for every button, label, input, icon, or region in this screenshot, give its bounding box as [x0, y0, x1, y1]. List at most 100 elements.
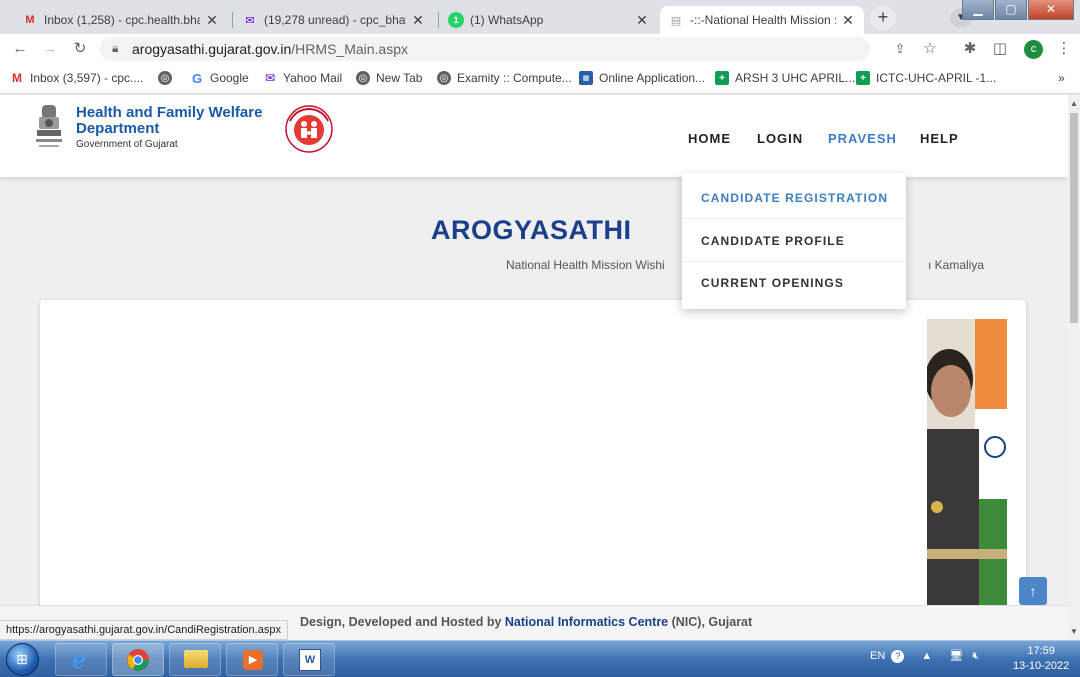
- help-icon[interactable]: ?: [891, 650, 905, 663]
- sheets-icon: +: [856, 71, 870, 85]
- close-window-button[interactable]: ✕: [1028, 0, 1074, 20]
- internet-explorer-icon: e: [72, 646, 87, 674]
- bookmark-gmail[interactable]: M Inbox (3,597) - cpc....: [10, 71, 143, 85]
- menu-divider: [682, 218, 906, 219]
- gmail-icon: M: [12, 71, 22, 85]
- nav-home[interactable]: HOME: [688, 131, 731, 146]
- taskbar-internet-explorer[interactable]: e: [55, 643, 107, 676]
- yahoo-mail-icon: ✉: [264, 71, 276, 85]
- new-tab-button[interactable]: +: [870, 6, 896, 30]
- menu-divider: [682, 261, 906, 262]
- menu-item-candidate-profile[interactable]: CANDIDATE PROFILE: [701, 234, 845, 248]
- network-icon[interactable]: 🖥︎: [949, 650, 963, 662]
- footer-credit: Design, Developed and Hosted by National…: [300, 615, 752, 629]
- start-button[interactable]: ⊞: [6, 643, 39, 676]
- pravesh-dropdown-menu: CANDIDATE REGISTRATION CANDIDATE PROFILE…: [682, 173, 906, 309]
- taskbar-media-player[interactable]: ▶: [226, 643, 278, 676]
- bookmark-arsh[interactable]: + ARSH 3 UHC APRIL...: [715, 71, 855, 85]
- arrow-right-icon: →: [42, 40, 58, 57]
- browser-menu-button[interactable]: ⋮: [1054, 39, 1074, 59]
- globe-icon: ◎: [158, 71, 172, 85]
- system-clock[interactable]: 17:59 13-10-2022: [1013, 644, 1069, 674]
- taskbar-file-explorer[interactable]: [169, 643, 221, 676]
- nav-login[interactable]: LOGIN: [757, 131, 803, 146]
- url-host: arogyasathi.gujarat.gov.in: [132, 41, 292, 57]
- side-panel-button[interactable]: ◫: [990, 39, 1010, 59]
- bookmark-ictc[interactable]: + ICTC-UHC-APRIL -1...: [856, 71, 996, 85]
- kebab-menu-icon: ⋮: [1056, 40, 1072, 57]
- url-path: /HRMS_Main.aspx: [291, 41, 408, 57]
- whatsapp-icon: 1: [448, 12, 464, 28]
- forward-button[interactable]: →: [40, 39, 60, 59]
- profile-avatar[interactable]: c: [1024, 40, 1043, 59]
- tab-yahoo-mail[interactable]: ✉ (19,278 unread) - cpc_bhavnag ✕: [234, 6, 434, 34]
- volume-icon[interactable]: 🔇︎: [972, 650, 979, 662]
- back-button[interactable]: ←: [10, 39, 30, 59]
- page-title: AROGYASATHI: [431, 215, 632, 245]
- bookmark-online-application[interactable]: ▦ Online Application...: [579, 71, 705, 85]
- close-icon[interactable]: ✕: [204, 12, 220, 29]
- bookmark-star-button[interactable]: ☆: [920, 39, 940, 59]
- minimize-button[interactable]: ▁: [962, 0, 994, 20]
- page-scrollbar[interactable]: ▲ ▼: [1068, 95, 1080, 640]
- status-bar-url: https://arogyasathi.gujarat.gov.in/Candi…: [0, 620, 288, 640]
- arrow-up-icon: ↑: [1029, 583, 1037, 599]
- bookmark-examity[interactable]: ◎ Examity :: Compute...: [437, 71, 572, 85]
- nav-help[interactable]: HELP: [920, 131, 959, 146]
- tab-national-health-mission[interactable]: ▤ -::-National Health Mission :: G ✕: [660, 6, 864, 34]
- scroll-down-icon[interactable]: ▼: [1070, 627, 1078, 636]
- bookmark-label: Inbox (3,597) - cpc....: [30, 71, 144, 85]
- extensions-button[interactable]: ✱: [960, 39, 980, 59]
- bookmarks-bar: M Inbox (3,597) - cpc.... ◎ G Google ✉ Yaho…: [0, 64, 1080, 94]
- bookmarks-overflow-button[interactable]: »: [1058, 71, 1065, 85]
- bookmark-globe[interactable]: ◎: [158, 71, 178, 85]
- reload-button[interactable]: ↻: [70, 39, 90, 59]
- footer-suffix: (NIC), Gujarat: [668, 615, 753, 629]
- language-indicator[interactable]: EN: [870, 650, 885, 662]
- bookmark-yahoo-mail[interactable]: ✉ Yahoo Mail: [263, 71, 342, 85]
- banner-photo: [927, 319, 1007, 605]
- bookmark-label: Examity :: Compute...: [457, 71, 572, 85]
- scroll-up-icon[interactable]: ▲: [1070, 99, 1078, 108]
- address-bar[interactable]: 🔒︎ arogyasathi.gujarat.gov.in/HRMS_Main.…: [100, 37, 870, 61]
- footer-prefix: Design, Developed and Hosted by: [300, 615, 505, 629]
- scrollbar-thumb[interactable]: [1070, 113, 1078, 323]
- lock-icon: 🔒︎: [112, 41, 119, 55]
- yahoo-mail-icon: ✉: [245, 14, 255, 27]
- gov-icon: ▦: [579, 71, 593, 85]
- chrome-icon: [127, 649, 149, 671]
- address-url: arogyasathi.gujarat.gov.in/HRMS_Main.asp…: [132, 41, 408, 57]
- hero-wish-text: National Health Mission Wishi: [506, 258, 665, 272]
- page-icon: ▤: [670, 14, 682, 27]
- close-icon[interactable]: ✕: [410, 12, 426, 29]
- windows-logo-icon: ⊞: [16, 651, 28, 667]
- department-subtitle: Government of Gujarat: [76, 139, 178, 150]
- bookmark-new-tab[interactable]: ◎ New Tab: [356, 71, 422, 85]
- system-tray: EN ? ▲ 🖥︎ 🔇︎: [870, 649, 979, 663]
- tab-whatsapp[interactable]: 1 (1) WhatsApp ✕: [440, 6, 658, 34]
- tab-title: Inbox (1,258) - cpc.health.bhav: [44, 13, 200, 27]
- bookmark-label: New Tab: [376, 71, 423, 85]
- menu-item-candidate-registration[interactable]: CANDIDATE REGISTRATION: [701, 191, 888, 205]
- menu-item-current-openings[interactable]: CURRENT OPENINGS: [701, 276, 844, 290]
- tab-gmail[interactable]: M Inbox (1,258) - cpc.health.bhav ✕: [14, 6, 228, 34]
- word-icon: W: [299, 649, 321, 671]
- back-to-top-button[interactable]: ↑: [1019, 577, 1047, 605]
- puzzle-icon: ✱: [963, 40, 977, 57]
- gmail-icon: M: [25, 14, 35, 26]
- globe-icon: ◎: [437, 71, 451, 85]
- nav-pravesh[interactable]: PRAVESH: [828, 131, 897, 146]
- close-icon[interactable]: ✕: [634, 12, 650, 29]
- state-emblem-icon: [36, 105, 62, 147]
- footer-nic-link[interactable]: National Informatics Centre: [505, 615, 668, 629]
- play-icon: ▶: [243, 650, 263, 670]
- taskbar-chrome[interactable]: [112, 643, 164, 676]
- bookmark-google[interactable]: G Google: [190, 71, 249, 86]
- taskbar-word[interactable]: W: [283, 643, 335, 676]
- browser-toolbar: ← → ↻ 🔒︎ arogyasathi.gujarat.gov.in/HRMS…: [0, 34, 1080, 64]
- clock-time: 17:59: [1027, 645, 1055, 657]
- close-icon[interactable]: ✕: [840, 12, 856, 29]
- maximize-button[interactable]: ▢: [995, 0, 1027, 20]
- tray-show-hidden-icon[interactable]: ▲: [921, 650, 932, 662]
- share-button[interactable]: ⇪: [890, 39, 910, 59]
